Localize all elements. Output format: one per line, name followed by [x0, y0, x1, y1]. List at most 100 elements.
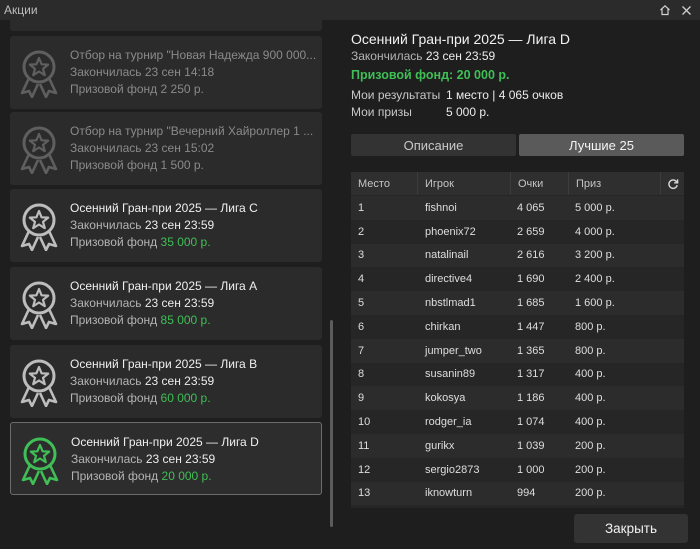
cell-prize: 800 р.	[575, 344, 606, 357]
tab-top-25[interactable]: Лучшие 25	[519, 134, 684, 156]
list-item-name: Осенний Гран-при 2025 — Лига C	[70, 201, 258, 215]
cell-place: 10	[358, 416, 371, 429]
ended-value: 23 сен 15:02	[144, 141, 215, 155]
list-item-ended: Закончилась 23 сен 14:18	[70, 64, 318, 81]
table-row[interactable]: 6 chirkan 1 447 800 р.	[351, 315, 684, 339]
cell-points: 2 659	[517, 225, 545, 238]
medal-icon	[19, 124, 59, 175]
cell-player: rodger_ia	[425, 416, 472, 429]
list-item[interactable]: Осенний Гран-при 2025 — Лига B Закончила…	[10, 345, 322, 418]
ended-label: Закончилась	[71, 452, 143, 466]
scrollbar-thumb[interactable]	[330, 320, 333, 527]
list-item-info: Осенний Гран-при 2025 — Лига C Закончила…	[70, 200, 318, 251]
cell-prize: 800 р.	[575, 320, 606, 333]
fund-value: 2 250 р.	[160, 82, 204, 96]
cell-prize: 200 р.	[575, 439, 606, 452]
cell-player: fishnoi	[425, 201, 457, 214]
home-icon[interactable]	[657, 2, 673, 18]
fund-label: Призовой фонд	[70, 235, 158, 249]
cell-place: 13	[358, 487, 371, 500]
table-row[interactable]: 5 nbstlmad1 1 685 1 600 р.	[351, 291, 684, 315]
cell-points: 1 074	[517, 416, 545, 429]
close-icon[interactable]	[678, 2, 694, 18]
list-item-ended: Закончилась 23 сен 23:59	[70, 295, 318, 312]
fund-value: 85 000 р.	[160, 313, 211, 327]
details-tabs: Описание Лучшие 25	[351, 134, 684, 156]
medal-icon	[19, 48, 59, 99]
tournament-details: Осенний Гран-при 2025 — Лига D Закончила…	[351, 20, 691, 549]
list-item-fund: Призовой фонд 1 500 р.	[70, 157, 318, 174]
cell-prize: 400 р.	[575, 392, 606, 405]
fund-value: 35 000 р.	[160, 235, 211, 249]
fund-label: Призовой фонд	[71, 469, 159, 483]
column-header-points[interactable]: Очки	[510, 172, 568, 195]
column-header-prize[interactable]: Приз	[568, 172, 660, 195]
table-row[interactable]: 9 kokosya 1 186 400 р.	[351, 386, 684, 411]
cell-points: 1 039	[517, 439, 545, 452]
fund-label: Призовой фонд	[70, 158, 158, 172]
details-title: Осенний Гран-при 2025 — Лига D	[351, 31, 571, 47]
ended-value: 23 сен 23:59	[145, 452, 216, 466]
medal-icon	[19, 357, 59, 408]
list-item-fund: Призовой фонд 60 000 р.	[70, 390, 318, 407]
results-value: 1 место | 4 065 очков	[446, 88, 564, 102]
cell-prize: 5 000 р.	[575, 201, 615, 214]
column-header-player[interactable]: Игрок	[417, 172, 510, 195]
list-scrollbar[interactable]	[329, 20, 334, 549]
cell-points: 1 685	[517, 297, 545, 310]
cell-player: chirkan	[425, 320, 461, 333]
cell-player: kokosya	[425, 392, 466, 405]
tab-description[interactable]: Описание	[351, 134, 516, 156]
cell-place: 6	[358, 320, 365, 333]
ended-value: 23 сен 23:59	[144, 296, 215, 310]
table-row[interactable]: 2 phoenix72 2 659 4 000 р.	[351, 220, 684, 244]
cell-player: jumper_two	[425, 344, 482, 357]
cell-points: 1 317	[517, 368, 545, 381]
list-item[interactable]: Осенний Гран-при 2025 — Лига D Закончила…	[10, 422, 322, 495]
table-header: Место Игрок Очки Приз	[351, 172, 684, 195]
table-row[interactable]: 8 susanin89 1 317 400 р.	[351, 363, 684, 387]
list-item-ended: Закончилась 23 сен 15:02	[70, 140, 318, 157]
table-row[interactable]: 1 fishnoi 4 065 5 000 р.	[351, 196, 684, 220]
results-label: Мои результаты	[351, 88, 441, 102]
cell-player: nbstlmad1	[425, 297, 476, 310]
list-item-partial[interactable]	[10, 20, 322, 31]
tournament-list[interactable]: Отбор на турнир "Новая Надежда 900 000..…	[0, 20, 337, 549]
list-item-ended: Закончилась 23 сен 23:59	[71, 451, 319, 468]
refresh-icon[interactable]	[660, 172, 684, 195]
close-button[interactable]: Закрыть	[574, 514, 688, 543]
fund-label: Призовой фонд	[70, 391, 158, 405]
cell-prize: 3 200 р.	[575, 249, 615, 262]
table-row[interactable]: 13 iknowturn 994 200 р.	[351, 481, 684, 506]
list-item-info: Осенний Гран-при 2025 — Лига B Закончила…	[70, 356, 318, 407]
cell-place: 9	[358, 392, 365, 405]
cell-points: 2 616	[517, 249, 545, 262]
table-row[interactable]: 12 sergio2873 1 000 200 р.	[351, 458, 684, 482]
list-item[interactable]: Осенний Гран-при 2025 — Лига A Закончила…	[10, 267, 322, 340]
list-item[interactable]: Осенний Гран-при 2025 — Лига C Закончила…	[10, 189, 322, 262]
table-row[interactable]: 3 natalinail 2 616 3 200 р.	[351, 243, 684, 268]
list-item-fund: Призовой фонд 35 000 р.	[70, 234, 318, 251]
fund-value: 20 000 р.	[161, 469, 212, 483]
cell-prize: 1 600 р.	[575, 297, 615, 310]
list-item[interactable]: Отбор на турнир "Вечерний Хайроллер 1 ..…	[10, 112, 322, 185]
table-row[interactable]: 11 gurikx 1 039 200 р.	[351, 434, 684, 458]
ended-label: Закончилась	[70, 65, 142, 79]
ended-value: 23 сен 23:59	[144, 218, 215, 232]
cell-points: 1 186	[517, 392, 545, 405]
medal-icon	[19, 201, 59, 252]
details-prize-fund: Призовой фонд: 20 000 р.	[351, 68, 510, 82]
prizes-label: Мои призы	[351, 105, 412, 119]
cell-prize: 200 р.	[575, 463, 606, 476]
cell-place: 1	[358, 201, 365, 214]
ended-value: 23 сен 23:59	[144, 374, 215, 388]
column-header-place[interactable]: Место	[351, 172, 417, 195]
table-row[interactable]: 4 directive4 1 690 2 400 р.	[351, 267, 684, 291]
list-item-name: Осенний Гран-при 2025 — Лига B	[70, 357, 258, 371]
list-item[interactable]: Отбор на турнир "Новая Надежда 900 000..…	[10, 36, 322, 109]
table-row[interactable]: 7 jumper_two 1 365 800 р.	[351, 338, 684, 363]
cell-place: 12	[358, 463, 371, 476]
fund-label: Призовой фонд	[70, 82, 158, 96]
table-row[interactable]: 10 rodger_ia 1 074 400 р.	[351, 410, 684, 434]
cell-prize: 4 000 р.	[575, 225, 615, 238]
